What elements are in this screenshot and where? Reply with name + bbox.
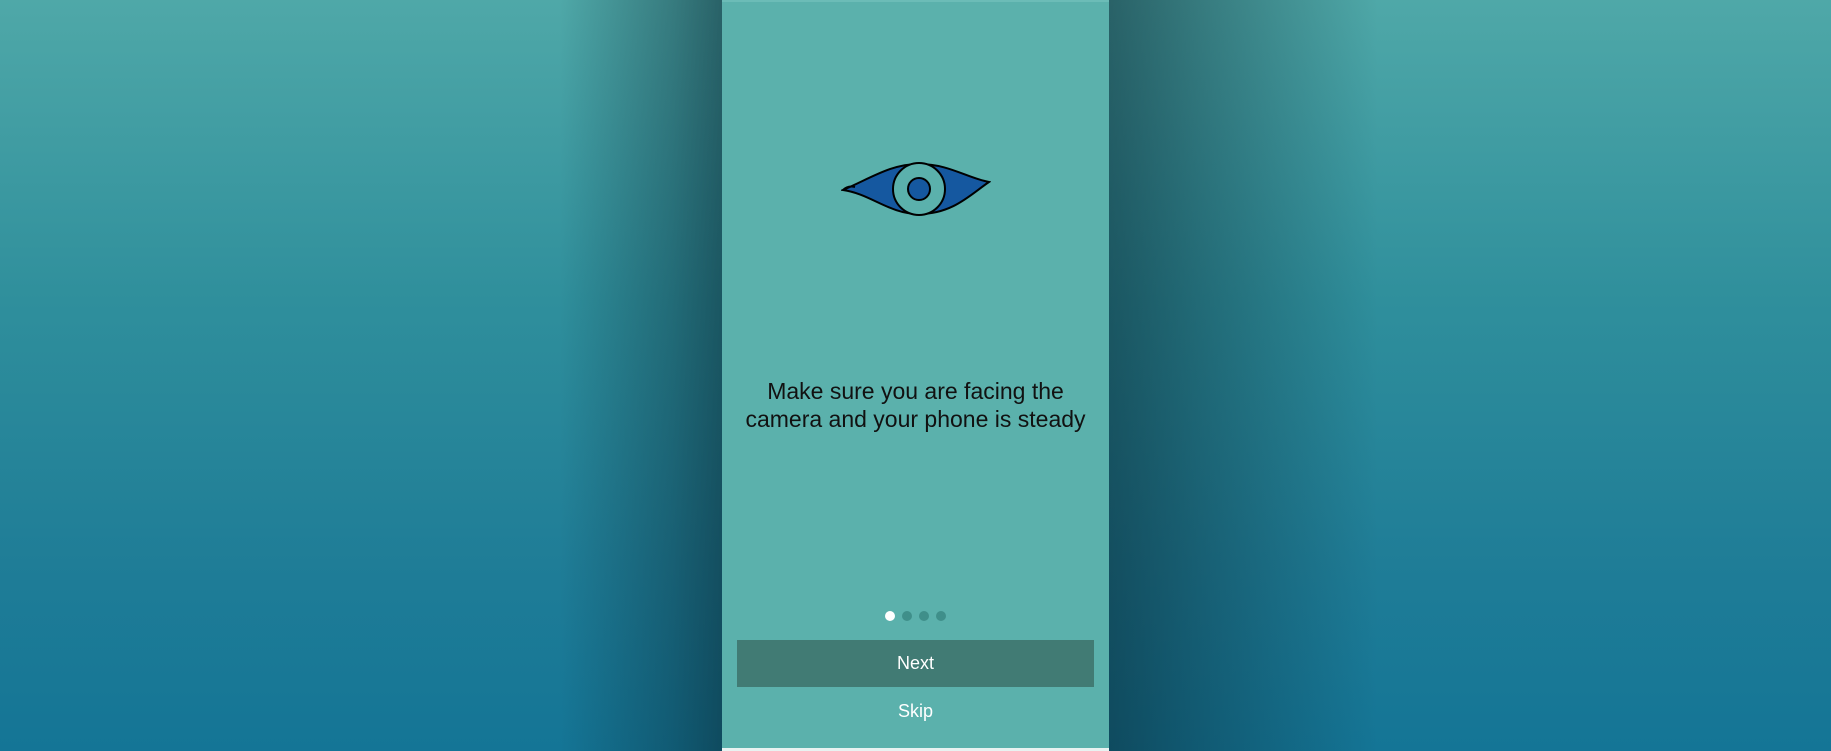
- status-bar-edge: [722, 0, 1109, 2]
- pagination-dot-1[interactable]: [885, 611, 895, 621]
- backdrop-shade-right: [1108, 0, 1378, 751]
- eye-icon: [841, 156, 991, 220]
- pagination-dot-3[interactable]: [919, 611, 929, 621]
- pagination-dots: [722, 611, 1109, 623]
- onboarding-message: Make sure you are facing the camera and …: [745, 378, 1086, 432]
- pagination-dot-4[interactable]: [936, 611, 946, 621]
- pagination-dot-2[interactable]: [902, 611, 912, 621]
- skip-link[interactable]: Skip: [722, 698, 1109, 724]
- phone-screen: Make sure you are facing the camera and …: [722, 0, 1109, 751]
- next-button[interactable]: Next: [737, 640, 1094, 687]
- backdrop-shade-left: [560, 0, 722, 751]
